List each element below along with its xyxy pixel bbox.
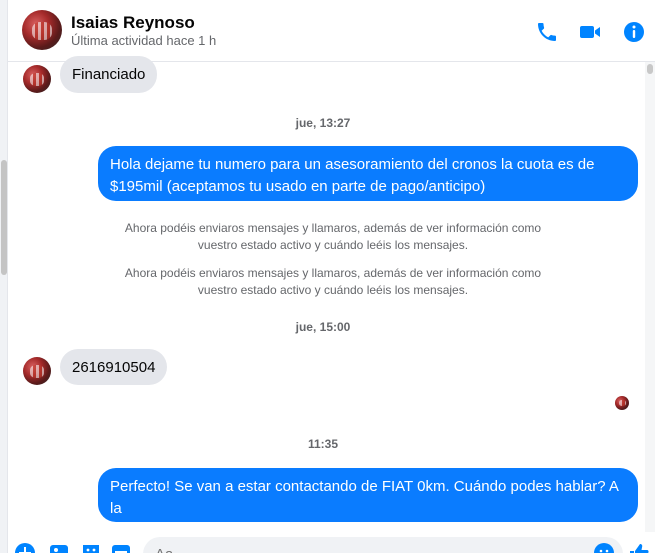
incoming-message[interactable]: Financiado — [60, 56, 158, 93]
chat-scrollbar[interactable] — [645, 62, 655, 532]
phone-icon[interactable] — [535, 20, 559, 44]
seen-receipt-avatar — [615, 396, 629, 410]
contact-avatar[interactable] — [22, 10, 62, 50]
message-line: Hola dejame tu numero para un asesoramie… — [110, 156, 595, 173]
chat-scroll-thumb[interactable] — [647, 64, 653, 74]
sender-avatar — [23, 65, 51, 93]
notice-line: Ahora podéis enviaros mensajes y llamaro… — [124, 266, 542, 280]
thumbs-up-icon[interactable] — [628, 542, 650, 553]
system-notice: Ahora podéis enviaros mensajes y llamaro… — [98, 220, 568, 254]
left-panel-scrollbar[interactable] — [0, 0, 8, 553]
notice-line: vuestro estado activo y cuándo leéis los… — [197, 283, 469, 297]
message-line: Perfecto! Se van a estar contactando de … — [110, 478, 619, 517]
outgoing-message[interactable]: Hola dejame tu numero para un asesoramie… — [98, 146, 638, 201]
last-active-status: Última actividad hace 1 h — [71, 33, 217, 48]
timestamp: jue, 15:00 — [295, 320, 351, 334]
image-icon[interactable] — [48, 542, 70, 553]
video-camera-icon[interactable] — [578, 20, 602, 44]
message-line: $195mil (aceptamos tu usado en parte de … — [110, 178, 486, 195]
notice-line: Ahora podéis enviaros mensajes y llamaro… — [124, 221, 542, 235]
gif-icon[interactable] — [110, 542, 132, 553]
info-icon[interactable] — [622, 20, 646, 44]
sticker-icon[interactable] — [80, 542, 102, 553]
system-notice: Ahora podéis enviaros mensajes y llamaro… — [98, 265, 568, 299]
timestamp: jue, 13:27 — [295, 116, 351, 130]
conversation-header: Isaias Reynoso Última actividad hace 1 h — [8, 0, 655, 62]
notice-line: vuestro estado activo y cuándo leéis los… — [197, 238, 469, 252]
left-scroll-thumb[interactable] — [1, 160, 7, 275]
message-input[interactable] — [143, 537, 623, 553]
outgoing-message[interactable]: Perfecto! Se van a estar contactando de … — [98, 468, 638, 539]
contact-name[interactable]: Isaias Reynoso — [71, 13, 195, 33]
incoming-message[interactable]: 2616910504 — [60, 349, 168, 385]
sender-avatar — [23, 357, 51, 385]
timestamp: 11:35 — [307, 437, 339, 451]
emoji-icon[interactable] — [593, 542, 615, 553]
plus-circle-icon[interactable] — [14, 542, 36, 553]
